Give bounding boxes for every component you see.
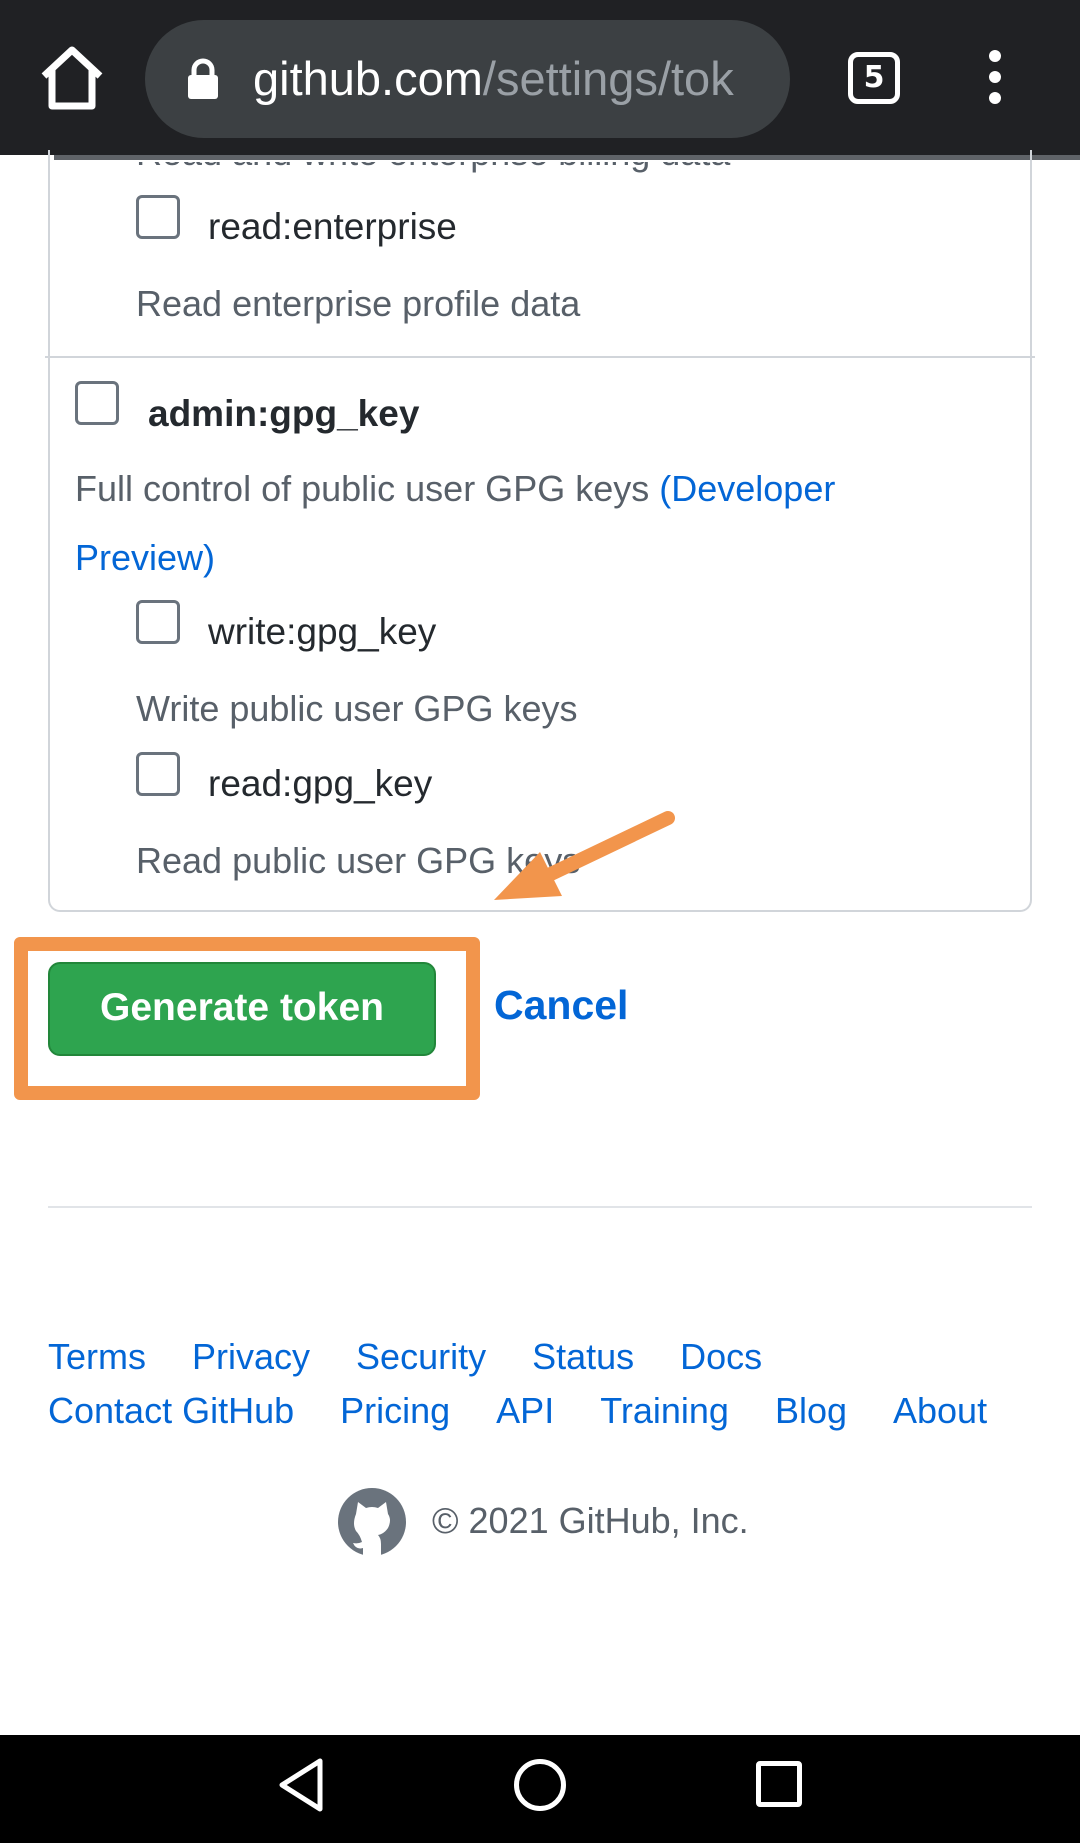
write-gpg-key-checkbox[interactable] xyxy=(136,600,180,644)
lock-icon xyxy=(188,58,218,99)
write-gpg-key-label: write:gpg_key xyxy=(208,611,437,652)
home-nav-icon[interactable] xyxy=(514,1759,566,1811)
footer-link-status[interactable]: Status xyxy=(532,1336,634,1377)
github-logo-icon[interactable] xyxy=(336,1486,408,1558)
generate-token-button[interactable]: Generate token xyxy=(48,962,436,1056)
developer-preview-link[interactable]: (Developer xyxy=(659,468,835,509)
annotation-arrow-icon xyxy=(494,811,675,900)
footer-link-api[interactable]: API xyxy=(496,1390,554,1431)
url-host: github.com xyxy=(253,52,483,105)
scope-divider xyxy=(45,356,1035,358)
url-text: github.com/settings/tok xyxy=(253,48,773,110)
admin-gpg-key-description-text: Full control of public user GPG keys xyxy=(75,468,650,509)
admin-gpg-key-description: Full control of public user GPG keys (De… xyxy=(75,468,835,510)
footer-link-docs[interactable]: Docs xyxy=(680,1336,762,1377)
admin-gpg-key-label: admin:gpg_key xyxy=(148,393,420,434)
home-icon[interactable] xyxy=(38,44,106,112)
footer-link-training[interactable]: Training xyxy=(600,1390,729,1431)
footer-link-blog[interactable]: Blog xyxy=(775,1390,847,1431)
address-bar[interactable]: github.com/settings/tok xyxy=(145,20,790,138)
tab-switcher-button[interactable]: 5 xyxy=(848,52,900,104)
footer-links-row-2: Contact GitHub Pricing API Training Blog Abou… xyxy=(48,1390,1033,1432)
footer-link-contact-github[interactable]: Contact GitHub xyxy=(48,1390,294,1431)
copyright-text: © 2021 GitHub, Inc. xyxy=(432,1500,749,1541)
progress-fill xyxy=(0,155,54,160)
write-gpg-key-description: Write public user GPG keys xyxy=(136,688,578,729)
url-path: /settings/tok xyxy=(482,52,734,105)
footer-link-privacy[interactable]: Privacy xyxy=(192,1336,310,1377)
footer-divider xyxy=(48,1206,1032,1208)
footer-links-row-1: Terms Privacy Security Status Docs xyxy=(48,1336,808,1378)
cancel-link[interactable]: Cancel xyxy=(494,982,628,1029)
system-navigation-bar xyxy=(0,1735,1080,1843)
read-enterprise-description: Read enterprise profile data xyxy=(136,283,581,324)
scopes-list xyxy=(48,150,1032,912)
browser-toolbar: github.com/settings/tok 5 xyxy=(0,0,1080,156)
back-icon[interactable] xyxy=(276,1757,326,1813)
footer-link-terms[interactable]: Terms xyxy=(48,1336,146,1377)
footer-link-security[interactable]: Security xyxy=(356,1336,486,1377)
read-enterprise-checkbox[interactable] xyxy=(136,195,180,239)
read-gpg-key-checkbox[interactable] xyxy=(136,752,180,796)
read-enterprise-label: read:enterprise xyxy=(208,206,457,247)
admin-gpg-key-checkbox[interactable] xyxy=(75,381,119,425)
read-gpg-key-label: read:gpg_key xyxy=(208,763,433,804)
developer-preview-link-continued[interactable]: Preview) xyxy=(75,537,215,579)
recent-apps-icon[interactable] xyxy=(756,1761,802,1807)
footer-link-pricing[interactable]: Pricing xyxy=(340,1390,450,1431)
overflow-menu-icon[interactable] xyxy=(980,50,1010,110)
footer-link-about[interactable]: About xyxy=(893,1390,987,1431)
